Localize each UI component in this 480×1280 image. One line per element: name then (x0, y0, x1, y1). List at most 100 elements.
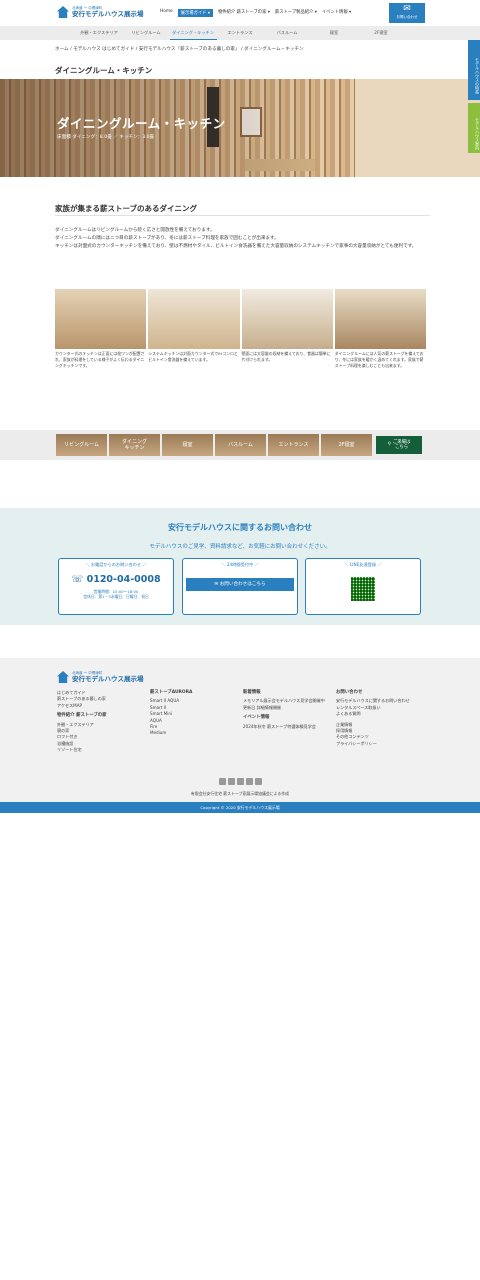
hero-heading: ダイニングルーム・キッチン (57, 116, 226, 131)
line-contact-card: ＼ LINE友達登録 ／ (305, 558, 421, 615)
phone-number[interactable]: ☏ 0120-04-0008 (59, 574, 173, 585)
line-qr-code[interactable] (351, 577, 375, 601)
footer-heading: イベント情報 (243, 715, 270, 721)
house-logo-icon (57, 671, 69, 683)
footer-link[interactable]: プライバシーポリシー (336, 741, 426, 747)
subnav-dining[interactable]: ダイニング・キッチン (169, 26, 217, 40)
web-contact-card: ＼ 24時間受付中 ／ ✉ お問い合わせはこちら (182, 558, 298, 615)
room-link-entrance[interactable]: エントランス (268, 434, 319, 456)
room-link-bedroom[interactable]: 寝室 (162, 434, 213, 456)
footer-heading: 新着情報 (243, 690, 261, 695)
web-contact-button[interactable]: ✉ お問い合わせはこちら (186, 578, 294, 591)
nav-property[interactable]: 物件紹介 薪ストーブの家 ▾ (218, 9, 270, 17)
footer-heading: お問い合わせ (336, 690, 363, 695)
subnav-bathroom[interactable]: バスルーム (264, 26, 311, 40)
footer-heading: 物件紹介 薪ストーブの家 (57, 713, 107, 719)
instagram-icon[interactable] (237, 778, 244, 785)
side-tab-features[interactable]: モデルハウスの特長 (468, 40, 480, 100)
gallery-photo[interactable] (334, 289, 426, 349)
contact-mail-button[interactable]: ✉ お問い合わせ (389, 3, 425, 23)
phone-icon: ☏ (71, 574, 87, 585)
facebook-icon[interactable] (228, 778, 235, 785)
section-divider (55, 215, 430, 216)
contact-heading: 安行モデルハウスに関するお問い合わせ (168, 523, 312, 532)
phone-card-title: ＼ お電話からのお問い合わせ ／ (85, 562, 147, 567)
gallery-item[interactable]: ダイニングルームには人気の薪ストーブを備えており、冬には家族を暖かく温めてくれま… (334, 289, 426, 369)
footer-link[interactable]: 2024年秋冬 薪ストーブ特選体験見学会 (243, 724, 328, 730)
mail-button-label: お問い合わせ (396, 15, 418, 19)
body-paragraph: ダイニングルームの隅にはニつ目の薪ストーブがあり、冬には薪ストーブ料理を家族で囲… (55, 235, 279, 241)
closed-days: 定休日：第1・3水曜日、日曜日、祝日 (83, 594, 149, 599)
room-link-dining[interactable]: ダイニング キッチン (109, 434, 160, 456)
room-subnav: 外観・エクステリア リビングルーム ダイニング・キッチン エントランス バスルー… (0, 26, 480, 40)
hero-floor-area: 床面積 ダイニング：8.0畳 ／ キッチン：3.0畳 (57, 135, 155, 140)
footer-link[interactable]: 薪ストーブのある暮しの家 (57, 696, 107, 702)
nav-home[interactable]: Home (160, 9, 173, 17)
breadcrumb[interactable]: ホーム / モデルハウス はじめてガイド / 安行モデルハウス『薪ストーブのある… (55, 46, 304, 52)
footer-note: 有限会社安行住宅 薪ストーブ家展示場協議会による作成 (190, 791, 290, 796)
line-icon[interactable] (255, 778, 262, 785)
gallery-item[interactable]: カウンター式のキッチンは正面には桧ワンが配置され、家族が料理をしている様子がよく… (55, 289, 147, 369)
footer-link[interactable]: Medium (150, 730, 192, 736)
house-logo-icon (57, 6, 69, 18)
footer-col-contact: お問い合わせ 安行モデルハウスに関するお問い合わせ レンタルスペース取扱い よく… (336, 690, 426, 747)
subnav-exterior[interactable]: 外観・エクステリア (76, 26, 123, 40)
subnav-living[interactable]: リビングルーム (123, 26, 170, 40)
room-link-living[interactable]: リビングルーム (56, 434, 107, 456)
logo-title: 安行モデルハウス展示場 (72, 10, 144, 18)
footer-col-stove: 薪ストーブAURORA Smart II AQUA Smart II Smart… (150, 690, 192, 737)
subnav-entrance[interactable]: エントランス (217, 26, 264, 40)
mail-icon: ✉ (403, 4, 411, 14)
nav-events[interactable]: イベント情報 ▾ (322, 9, 351, 17)
gallery-caption: カウンター式のキッチンは正面には桧ワンが配置され、家族が料理をしている様子がよく… (55, 351, 145, 368)
phone-contact-card: ＼ お電話からのお問い合わせ ／ ☏ 0120-04-0008 営業時間：10:… (58, 558, 174, 615)
gallery-caption: 壁面には大容量の収納を備えており、食器は簡単に片付けられます。 (241, 351, 331, 362)
twitter-icon[interactable] (219, 778, 226, 785)
nav-guide[interactable]: 展示場ガイド ▾ (177, 9, 214, 17)
gallery-caption: システムキッチンは対面カウンター式でIHコンロとビルトイン食洗器を備えています。 (148, 351, 238, 362)
phone-number-text: 0120-04-0008 (86, 574, 161, 585)
map-pin-icon: ⚲ (387, 442, 391, 448)
site-header: 北海道 ー 中標津町 安行モデルハウス展示場 Home 展示場ガイド ▾ 物件紹… (0, 0, 480, 26)
copyright: Copyright © 2020 安行モデルハウス展示場 (0, 802, 480, 813)
footer-heading: 薪ストーブAURORA (150, 690, 193, 695)
gallery-item[interactable]: システムキッチンは対面カウンター式でIHコンロとビルトイン食洗器を備えています。 (148, 289, 240, 369)
nav-stove-products[interactable]: 薪ストーブ製品紹介 ▾ (275, 9, 317, 17)
social-links (219, 778, 262, 785)
access-map-button[interactable]: ⚲ ご来場は こちら (376, 436, 422, 454)
footer-logo-title: 安行モデルハウス展示場 (72, 675, 144, 683)
room-link-2f-bedroom[interactable]: 2F寝室 (321, 434, 372, 456)
footer-link[interactable]: よくある質問 (336, 711, 426, 717)
body-paragraph: ダイニングルームはリビングルームから続く広さと開放性を備えております。 (55, 228, 215, 233)
section-body: ダイニングルームはリビングルームから続く広さと開放性を備えております。 ダイニン… (55, 227, 435, 250)
subnav-bedroom[interactable]: 寝室 (311, 26, 358, 40)
hero-kitchen-area (355, 79, 480, 177)
youtube-icon[interactable] (246, 778, 253, 785)
web-contact-label: お問い合わせはこちら (219, 582, 266, 587)
footer-logo[interactable]: 北海道 ー 中標津町 安行モデルハウス展示場 (57, 671, 144, 683)
page-title: ダイニングルーム・キッチン (55, 66, 153, 75)
gallery-photo[interactable] (55, 289, 147, 349)
line-card-title: ＼ LINE友達登録 ／ (344, 562, 382, 567)
footer-link[interactable]: 更新日 詳細情報開催 (243, 705, 328, 711)
photo-gallery: カウンター式のキッチンは正面には桧ワンが配置され、家族が料理をしている様子がよく… (55, 289, 426, 369)
footer-col-guide: はじめてガイド 薪ストーブのある暮しの家 アクセスMAP 物件紹介 薪ストーブの… (57, 690, 107, 754)
map-button-label: ご来場は こちら (392, 439, 411, 451)
gallery-photo[interactable] (148, 289, 240, 349)
gallery-item[interactable]: 壁面には大容量の収納を備えており、食器は簡単に片付けられます。 (241, 289, 333, 369)
room-link-bathroom[interactable]: バスルーム (215, 434, 266, 456)
footer-link[interactable]: メモリアル展示会モデルハウス見学会開催中 (243, 698, 328, 704)
section-heading: 家族が集まる薪ストーブのあるダイニング (55, 204, 198, 213)
footer-link[interactable]: アクセスMAP (57, 703, 107, 709)
body-paragraph: キッチンは対面式のカウンターキッチンを備えており、壁は不燃材やタイル、ビルトイン… (55, 243, 417, 249)
side-tab-guide[interactable]: モデルハウス案内 (468, 103, 480, 153)
site-logo[interactable]: 北海道 ー 中標津町 安行モデルハウス展示場 (57, 6, 144, 18)
global-nav: Home 展示場ガイド ▾ 物件紹介 薪ストーブの家 ▾ 薪ストーブ製品紹介 ▾… (160, 9, 351, 17)
footer-link[interactable]: リゾート住宅 (57, 747, 107, 753)
gallery-caption: ダイニングルームには人気の薪ストーブを備えており、冬には家族を暖かく温めてくれま… (334, 351, 424, 368)
gallery-photo[interactable] (241, 289, 333, 349)
web-card-title: ＼ 24時間受付中 ／ (221, 562, 259, 567)
subnav-2f-bedroom[interactable]: 2F寝室 (358, 26, 405, 40)
contact-subtitle: モデルハウスのご見学、資料請求など、お気軽にお問い合わせください。 (149, 544, 331, 550)
footer-col-news: 新着情報 メモリアル展示会モデルハウス見学会開催中 更新日 詳細情報開催 イベン… (243, 690, 328, 730)
